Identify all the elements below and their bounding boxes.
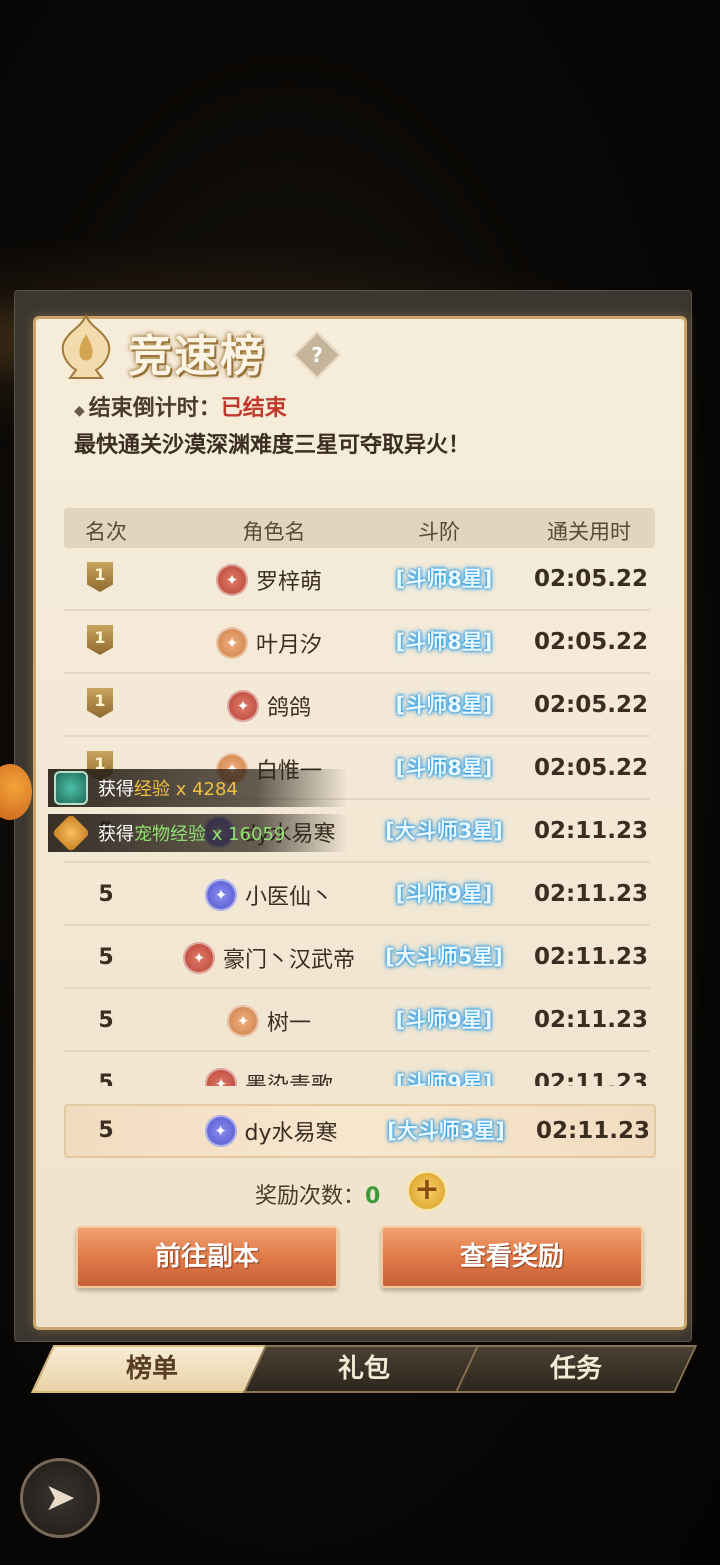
pet-exp-notification: 获得宠物经验 x 16059	[48, 813, 348, 853]
notif-item: 经验	[134, 779, 170, 800]
player-name-box: ✦ 树一	[144, 989, 394, 1052]
self-name: dy水易寒	[244, 1121, 338, 1146]
player-tier: [斗师8星]	[395, 693, 493, 717]
diamond-bullet-icon: ◆	[74, 403, 85, 419]
player-name: 罗梓萌	[255, 569, 322, 595]
player-tier: [大斗师5星]	[385, 945, 503, 969]
self-name-box: ✦ dy水易寒	[146, 1106, 396, 1156]
class-emblem-icon: ✦	[204, 878, 237, 911]
page-title: 竞速榜	[128, 331, 266, 382]
exp-potion-icon	[54, 771, 88, 805]
pet-exp-crystal-icon	[51, 813, 91, 853]
clear-time: 02:11.23	[534, 881, 648, 907]
countdown-label: 结束倒计时：	[88, 396, 221, 421]
rank-number: 5	[98, 945, 114, 970]
table-row[interactable]: 1 ✦ 叶月汐 [斗师8星] 02:05.22	[64, 611, 650, 674]
self-tier: [大斗师3星]	[387, 1119, 505, 1143]
tab-leaderboard[interactable]: 榜单	[30, 1345, 274, 1393]
player-name: 墨染青歌	[244, 1073, 333, 1087]
player-tier: [斗师8星]	[395, 630, 493, 654]
tab-label: 礼包	[337, 1354, 390, 1384]
swallow-back-icon: ➤	[44, 1475, 76, 1519]
class-emblem-icon: ✦	[204, 1067, 237, 1086]
table-row[interactable]: 1 ✦ 罗梓萌 [斗师8星] 02:05.22	[64, 548, 650, 611]
table-row[interactable]: 5 ✦ 墨染青歌 [斗师9星] 02:11.23	[64, 1052, 650, 1086]
notif-prefix: 获得	[98, 824, 134, 845]
table-row[interactable]: 5 ✦ 树一 [斗师9星] 02:11.23	[64, 989, 650, 1052]
rank-number: 5	[98, 882, 114, 907]
reward-label-text: 奖励次数：	[255, 1184, 366, 1209]
bottom-tabs: 榜单 礼包 任务	[30, 1345, 698, 1395]
rank-medal-icon: 1	[87, 562, 113, 592]
rank-medal-icon: 1	[87, 688, 113, 718]
rank-number: 5	[98, 1071, 114, 1086]
table-row[interactable]: 1 ✦ 鸽鸽 [斗师8星] 02:05.22	[64, 674, 650, 737]
view-rewards-button[interactable]: 查看奖励	[381, 1226, 643, 1288]
rank-number: 5	[98, 1008, 114, 1033]
flame-emblem-icon	[61, 313, 111, 379]
player-tier: [斗师9星]	[395, 1008, 493, 1032]
player-tier: [斗师8星]	[395, 567, 493, 591]
table-row[interactable]: 5 ✦ 小医仙丶 [斗师9星] 02:11.23	[64, 863, 650, 926]
clear-time: 02:11.23	[534, 818, 648, 844]
player-name-box: ✦ 叶月汐	[144, 611, 394, 674]
tab-label: 榜单	[125, 1354, 178, 1384]
notif-prefix: 获得	[98, 779, 134, 800]
class-emblem-icon: ✦	[226, 689, 259, 722]
tab-gift-pack[interactable]: 礼包	[242, 1345, 486, 1393]
self-rank-row: 5 ✦ dy水易寒 [大斗师3星] 02:11.23	[64, 1104, 656, 1158]
player-name: 小医仙丶	[244, 884, 333, 910]
player-tier: [斗师9星]	[395, 882, 493, 906]
table-header: 名次 角色名 斗阶 通关用时	[64, 508, 655, 548]
player-name-box: ✦ 小医仙丶	[144, 863, 394, 926]
back-button[interactable]: ➤	[20, 1458, 100, 1538]
add-reward-count-button[interactable]: +	[407, 1171, 447, 1211]
column-time: 通关用时	[547, 520, 631, 544]
class-emblem-icon: ✦	[215, 563, 248, 596]
player-name-box: ✦ 鸽鸽	[144, 674, 394, 737]
player-name: 树一	[266, 1010, 311, 1036]
rank-medal-icon: 1	[87, 625, 113, 655]
exp-notification: 获得经验 x 4284	[48, 769, 348, 807]
class-emblem-icon: ✦	[182, 941, 215, 974]
notif-amount: x 16059	[211, 824, 286, 845]
player-tier: [斗师8星]	[395, 756, 493, 780]
reward-count-value: 0	[365, 1184, 381, 1209]
column-rank: 名次	[85, 520, 127, 544]
reward-count-label: 奖励次数：0	[255, 1178, 380, 1210]
clear-time: 02:05.22	[534, 692, 648, 718]
player-name-box: ✦ 罗梓萌	[144, 548, 394, 611]
player-tier: [斗师9星]	[395, 1071, 493, 1086]
class-emblem-icon: ✦	[204, 1115, 237, 1147]
column-tier: 斗阶	[418, 520, 460, 544]
goto-dungeon-button[interactable]: 前往副本	[76, 1226, 338, 1288]
column-name: 角色名	[242, 520, 306, 544]
tab-tasks[interactable]: 任务	[454, 1345, 698, 1393]
player-tier: [大斗师3星]	[385, 819, 503, 843]
clear-time: 02:11.23	[534, 1007, 648, 1033]
table-row[interactable]: 5 ✦ 豪门丶汉武帝 [大斗师5星] 02:11.23	[64, 926, 650, 989]
notif-amount: x 4284	[175, 779, 238, 800]
self-rank: 5	[98, 1118, 114, 1143]
player-name-box: ✦ 豪门丶汉武帝	[144, 926, 394, 989]
event-description: 最快通关沙漠深渊难度三星可夺取异火！	[74, 433, 471, 458]
clear-time: 02:11.23	[534, 944, 648, 970]
self-time: 02:11.23	[536, 1118, 650, 1144]
class-emblem-icon: ✦	[215, 626, 248, 659]
clear-time: 02:05.22	[534, 566, 648, 592]
player-name-box: ✦ 墨染青歌	[144, 1052, 394, 1086]
countdown: ◆ 结束倒计时：已结束	[74, 390, 287, 422]
class-emblem-icon: ✦	[226, 1004, 259, 1037]
player-name: 叶月汐	[255, 632, 322, 658]
tab-label: 任务	[549, 1354, 602, 1384]
clear-time: 02:05.22	[534, 629, 648, 655]
help-symbol: ?	[311, 343, 323, 367]
notif-item: 宠物经验	[134, 824, 206, 845]
clear-time: 02:11.23	[534, 1070, 648, 1086]
player-name: 豪门丶汉武帝	[222, 947, 355, 973]
player-name: 鸽鸽	[266, 695, 311, 721]
countdown-value: 已结束	[220, 396, 287, 421]
clear-time: 02:05.22	[534, 755, 648, 781]
